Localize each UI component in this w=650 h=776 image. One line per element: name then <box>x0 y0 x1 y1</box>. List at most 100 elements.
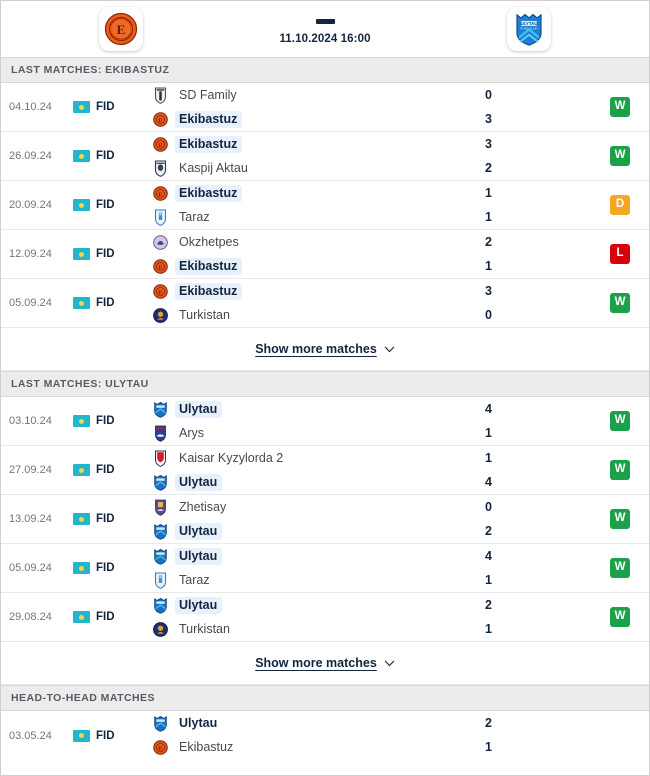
competition-cell[interactable]: FID <box>73 132 145 180</box>
home-team-name[interactable]: Ulytau <box>175 596 223 614</box>
home-score: 4 <box>485 401 492 416</box>
result-cell: W <box>591 397 649 445</box>
competition-cell[interactable]: FID <box>73 544 145 592</box>
kazakhstan-flag-icon <box>73 464 90 476</box>
competition-cell[interactable]: FID <box>73 181 145 229</box>
home-team-name[interactable]: Kaisar Kyzylorda 2 <box>175 450 288 467</box>
away-team-name[interactable]: Ekibastuz <box>175 110 243 128</box>
home-team-logo[interactable]: E <box>98 7 143 51</box>
scores-cell: 30 <box>459 279 591 327</box>
competition-cell[interactable]: FID <box>73 397 145 445</box>
team-line-away: Kaspij Aktau <box>153 160 459 177</box>
away-team-name[interactable]: Turkistan <box>175 621 235 638</box>
home-team-name[interactable]: SD Family <box>175 87 242 104</box>
away-score: 2 <box>485 523 492 538</box>
kazakhstan-flag-icon <box>73 562 90 574</box>
scores-cell: 41 <box>459 397 591 445</box>
home-team-crest-icon <box>153 715 168 732</box>
competition-cell[interactable]: FID <box>73 279 145 327</box>
show-more-wrap-last-matches-ekibastuz: Show more matches <box>1 328 649 371</box>
home-team-name[interactable]: Okzhetpes <box>175 234 244 251</box>
home-team-name[interactable]: Ekibastuz <box>175 282 243 300</box>
kazakhstan-flag-icon <box>73 611 90 623</box>
home-team-name[interactable]: Ulytau <box>175 715 222 732</box>
away-team-crest-icon <box>153 160 168 177</box>
match-date: 29.08.24 <box>9 611 52 623</box>
away-team-header[interactable]: ULYTAU FUTBOL KLUBY <box>410 7 649 51</box>
competition-cell[interactable]: FID <box>73 230 145 278</box>
away-team-name[interactable]: Taraz <box>175 209 215 226</box>
competition-cell[interactable]: FID <box>73 446 145 494</box>
home-score: 0 <box>485 499 492 514</box>
competition-name: FID <box>96 297 115 309</box>
away-team-name[interactable]: Ekibastuz <box>175 257 243 275</box>
show-more-label: Show more matches <box>255 656 377 670</box>
show-more-matches-button[interactable]: Show more matches <box>255 342 395 356</box>
competition-cell[interactable]: FID <box>73 495 145 543</box>
competition-cell[interactable]: FID <box>73 83 145 131</box>
competition-name: FID <box>96 150 115 162</box>
away-team-crest-icon <box>153 739 168 756</box>
match-row[interactable]: 26.09.24 FID Ekibastuz Kaspij Aktau 3 2 W <box>1 132 649 181</box>
team-line-home: Ulytau <box>153 400 459 418</box>
kazakhstan-flag-icon <box>73 415 90 427</box>
home-team-crest-icon <box>153 136 168 153</box>
team-line-away: Ekibastuz <box>153 257 459 275</box>
show-more-matches-button[interactable]: Show more matches <box>255 656 395 670</box>
competition-name: FID <box>96 562 115 574</box>
home-team-name[interactable]: Ulytau <box>175 547 223 565</box>
competition-name: FID <box>96 513 115 525</box>
team-line-home: Ekibastuz <box>153 135 459 153</box>
away-team-crest-icon <box>153 572 168 589</box>
match-row[interactable]: 05.09.24 FID Ekibastuz Turkistan 3 0 W <box>1 279 649 328</box>
competition-cell[interactable]: FID <box>73 593 145 641</box>
result-badge: W <box>610 509 630 529</box>
match-row[interactable]: 04.10.24 FID SD Family Ekibastuz 0 3 W <box>1 83 649 132</box>
match-row[interactable]: 03.05.24 FID Ulytau Ekibastuz 2 1 <box>1 711 649 760</box>
competition-cell[interactable]: FID <box>73 711 145 760</box>
result-badge: W <box>610 97 630 117</box>
kazakhstan-flag-icon <box>73 248 90 260</box>
home-score: 0 <box>485 87 492 102</box>
result-badge: W <box>610 607 630 627</box>
match-date: 05.09.24 <box>9 562 52 574</box>
match-date: 04.10.24 <box>9 101 52 113</box>
away-team-name[interactable]: Kaspij Aktau <box>175 160 253 177</box>
away-team-name[interactable]: Ekibastuz <box>175 739 238 756</box>
score-separator-dash <box>315 19 335 24</box>
away-team-name[interactable]: Ulytau <box>175 473 223 491</box>
home-team-name[interactable]: Ekibastuz <box>175 184 243 202</box>
away-team-name[interactable]: Ulytau <box>175 522 223 540</box>
home-team-header[interactable]: E <box>1 7 240 51</box>
section-header-head-to-head-matches: HEAD-TO-HEAD MATCHES <box>1 685 649 711</box>
home-team-name[interactable]: Ekibastuz <box>175 135 243 153</box>
teams-cell: Ulytau Arys <box>145 397 459 445</box>
home-team-name[interactable]: Ulytau <box>175 400 223 418</box>
match-row[interactable]: 05.09.24 FID Ulytau Taraz 4 1 W <box>1 544 649 593</box>
match-row[interactable]: 27.09.24 FID Kaisar Kyzylorda 2 Ulytau 1 4 W <box>1 446 649 495</box>
teams-cell: Ulytau Ekibastuz <box>145 711 459 760</box>
match-row[interactable]: 29.08.24 FID Ulytau Turkistan 2 1 W <box>1 593 649 642</box>
away-team-name[interactable]: Turkistan <box>175 307 235 324</box>
teams-cell: Okzhetpes Ekibastuz <box>145 230 459 278</box>
away-team-crest-icon <box>153 621 168 638</box>
away-team-name[interactable]: Taraz <box>175 572 215 589</box>
team-line-home: Ekibastuz <box>153 282 459 300</box>
match-row[interactable]: 20.09.24 FID Ekibastuz Taraz 1 1 D <box>1 181 649 230</box>
away-score: 1 <box>485 740 492 754</box>
competition-name: FID <box>96 101 115 113</box>
result-cell: W <box>591 83 649 131</box>
result-cell <box>591 711 649 760</box>
result-cell: W <box>591 544 649 592</box>
home-team-name[interactable]: Zhetisay <box>175 499 231 516</box>
kazakhstan-flag-icon <box>73 101 90 113</box>
scores-cell: 21 <box>459 711 591 760</box>
away-team-crest-icon <box>153 111 168 128</box>
away-team-logo[interactable]: ULYTAU FUTBOL KLUBY <box>507 7 552 51</box>
match-row[interactable]: 03.10.24 FID Ulytau Arys 4 1 W <box>1 397 649 446</box>
team-line-home: Ulytau <box>153 547 459 565</box>
match-row[interactable]: 13.09.24 FID Zhetisay Ulytau 0 2 W <box>1 495 649 544</box>
away-team-name[interactable]: Arys <box>175 425 209 442</box>
away-score: 4 <box>485 474 492 489</box>
match-row[interactable]: 12.09.24 FID Okzhetpes Ekibastuz 2 1 L <box>1 230 649 279</box>
